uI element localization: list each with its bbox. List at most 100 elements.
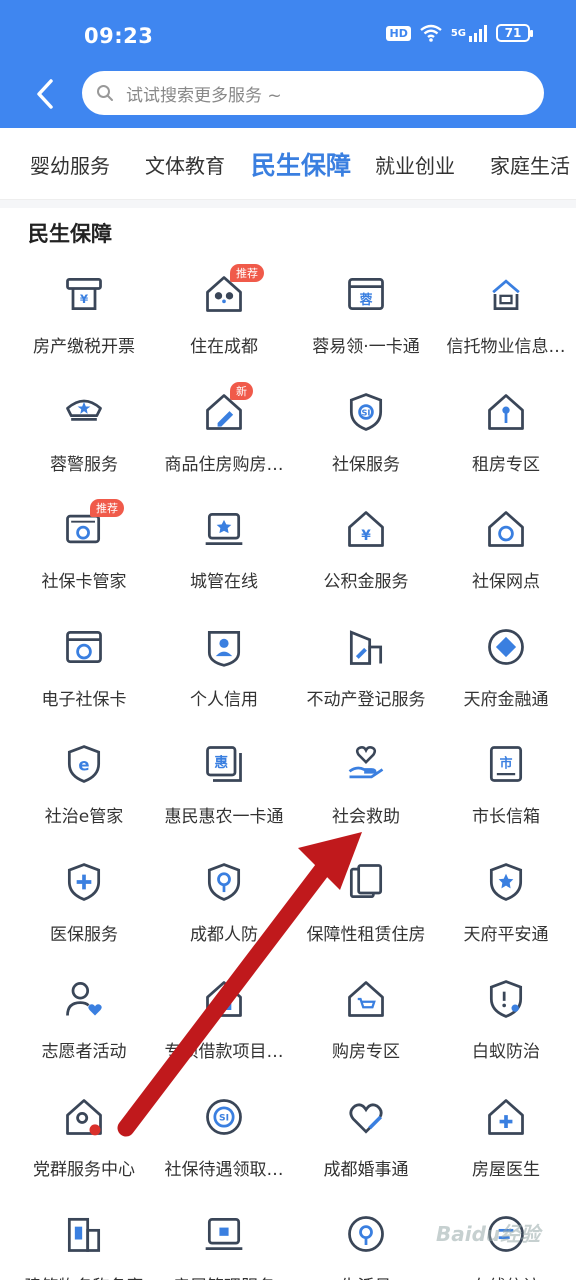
service-item[interactable]: e 社治e管家	[12, 732, 156, 849]
service-item[interactable]: 推荐 住在成都	[152, 262, 296, 379]
service-label: 不动产登记服务	[306, 689, 426, 710]
service-item[interactable]: 惠惠民惠农一卡通	[152, 732, 296, 849]
category-tabs: 婴幼服务 文体教育 民生保障 就业创业 家庭生活	[0, 128, 576, 200]
tab-infant[interactable]: 婴幼服务	[30, 128, 110, 199]
battery-icon: 71	[496, 24, 533, 42]
housing-cards-icon	[342, 858, 390, 906]
service-label: 房屋医生	[472, 1159, 540, 1180]
card-rong-icon: 蓉	[342, 270, 390, 318]
mayor-mailbox-icon: 市	[482, 740, 530, 788]
service-item[interactable]: SI 社保待遇领取…	[152, 1085, 296, 1202]
service-badge: 新	[230, 381, 253, 400]
service-label: 成都人防	[190, 924, 258, 945]
service-item[interactable]: 个人信用	[152, 615, 296, 732]
party-center-icon	[60, 1093, 108, 1141]
service-item[interactable]: 保障性租赁住房	[294, 850, 438, 967]
service-item[interactable]: 建筑物名称备案	[12, 1202, 156, 1280]
service-item[interactable]: 白蚁防治	[434, 967, 576, 1084]
volunteer-heart-icon	[60, 975, 108, 1023]
e-si-card-icon	[60, 623, 108, 671]
status-icons: HD 5G 71	[386, 24, 533, 42]
service-label: 个人信用	[190, 689, 258, 710]
service-item[interactable]: 蓉警服务	[12, 380, 156, 497]
status-time: 09:23	[84, 24, 154, 48]
service-badge: 推荐	[230, 264, 264, 282]
service-item[interactable]: 房屋管理服务	[152, 1202, 296, 1280]
service-item[interactable]: 天府金融通	[434, 615, 576, 732]
service-item[interactable]: 电子社保卡	[12, 615, 156, 732]
tab-employment[interactable]: 就业创业	[375, 128, 455, 199]
si-circle-icon: SI	[200, 1093, 248, 1141]
service-item[interactable]: 生活号	[294, 1202, 438, 1280]
house-cart-icon	[342, 975, 390, 1023]
service-label: 志愿者活动	[41, 1042, 127, 1062]
hui-card-icon: 惠	[200, 740, 248, 788]
service-label: 市长信箱	[472, 807, 540, 827]
service-label: 商品住房购房…	[164, 454, 284, 475]
service-label: 信托物业信息…	[446, 337, 566, 357]
service-item[interactable]: 医保服务	[12, 850, 156, 967]
service-item[interactable]: 志愿者活动	[12, 967, 156, 1084]
service-badge: 推荐	[90, 499, 124, 517]
star-shield-icon	[482, 858, 530, 906]
svg-text:e: e	[78, 755, 89, 774]
termite-shield-icon	[482, 975, 530, 1023]
house-yuan-icon: ¥	[342, 505, 390, 553]
search-input[interactable]: 试试搜索更多服务 ~	[82, 71, 544, 115]
tab-family-life[interactable]: 家庭生活	[490, 128, 570, 199]
service-label: 白蚁防治	[472, 1042, 540, 1062]
chevron-left-icon	[37, 79, 53, 109]
service-item[interactable]: 成都人防	[152, 850, 296, 967]
house-si-icon	[482, 505, 530, 553]
service-item[interactable]: 党群服务中心	[12, 1085, 156, 1202]
finance-diamond-icon	[482, 623, 530, 671]
service-item[interactable]: 社会救助	[294, 732, 438, 849]
network-label: 5G	[450, 27, 466, 39]
service-grid: ¥ 房产缴税开票 推荐 住在成都蓉蓉易领·一卡通 信托物业信息… 蓉警服务新商品住房购房……	[0, 262, 576, 1280]
service-label: 公积金服务	[323, 572, 409, 592]
service-item[interactable]: 房屋医生	[434, 1085, 576, 1202]
service-item[interactable]: 市市长信箱	[434, 732, 576, 849]
svg-text:SI: SI	[361, 407, 370, 417]
service-label: 房产缴税开票	[33, 337, 135, 357]
civil-defense-icon	[200, 858, 248, 906]
service-item[interactable]: SI 社保服务	[294, 380, 438, 497]
service-item[interactable]: 不动产登记服务	[294, 615, 438, 732]
house-key-icon	[482, 388, 530, 436]
wifi-icon	[420, 24, 442, 42]
service-item[interactable]: 蓉蓉易领·一卡通	[294, 262, 438, 379]
service-label: 社保待遇领取…	[164, 1159, 284, 1180]
service-item[interactable]: ¥ 房产缴税开票	[12, 262, 156, 379]
hd-icon: HD	[386, 25, 411, 41]
service-label: 蓉易领·一卡通	[312, 337, 420, 357]
service-item[interactable]: 城管在线	[152, 497, 296, 614]
service-item[interactable]: 新商品住房购房…	[152, 380, 296, 497]
service-item[interactable]: 推荐 社保卡管家	[12, 497, 156, 614]
top-bar: 09:23 HD 5G 71 试试搜索更多服务 ~	[0, 0, 576, 128]
service-label: 生活号	[341, 1272, 392, 1280]
marriage-heart-icon	[342, 1093, 390, 1141]
service-item[interactable]: 专项借款项目…	[152, 967, 296, 1084]
service-label: 社会救助	[332, 807, 400, 827]
service-label: 社保网点	[472, 572, 540, 592]
service-label: 成都婚事通	[323, 1159, 409, 1180]
service-label: 在线信访	[472, 1272, 540, 1280]
tab-culture-education[interactable]: 文体教育	[145, 128, 225, 199]
service-item[interactable]: 信托物业信息…	[434, 262, 576, 379]
service-label: 租房专区	[472, 454, 540, 475]
service-item[interactable]: 社保网点	[434, 497, 576, 614]
service-item[interactable]: 购房专区	[294, 967, 438, 1084]
monitor-lock-icon	[200, 1210, 248, 1258]
watermark: Baidu经验	[436, 1222, 541, 1246]
service-label: 购房专区	[332, 1042, 400, 1062]
back-button[interactable]	[30, 74, 60, 114]
service-item[interactable]: 天府平安通	[434, 850, 576, 967]
e-shield-icon: e	[60, 740, 108, 788]
heart-hand-icon	[342, 740, 390, 788]
service-label: 保障性租赁住房	[306, 924, 426, 945]
service-item[interactable]: ¥ 公积金服务	[294, 497, 438, 614]
service-label: 天府金融通	[463, 689, 549, 710]
service-item[interactable]: 租房专区	[434, 380, 576, 497]
tab-livelihood[interactable]: 民生保障	[251, 128, 351, 199]
service-item[interactable]: 成都婚事通	[294, 1085, 438, 1202]
